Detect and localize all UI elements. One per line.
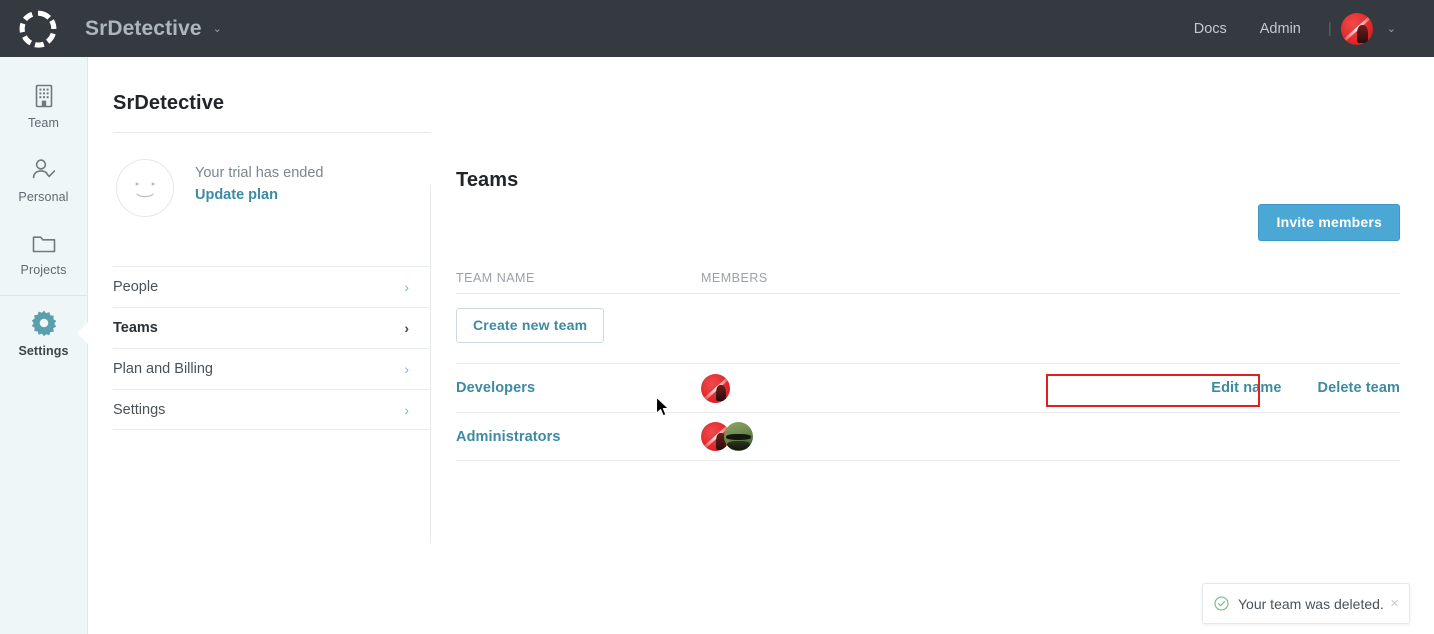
nav-item-plan-and-billing[interactable]: Plan and Billing › [113,348,431,389]
members-avatars-administrators [701,422,1400,451]
panel-title: SrDetective [89,57,431,115]
rail-label-team: Team [28,116,59,130]
toast-message: Your team was deleted. [1238,596,1384,612]
nav-item-teams[interactable]: Teams › [113,307,431,348]
top-nav-right-group: Docs Admin | ⌄ [1161,0,1434,57]
rail-label-settings: Settings [18,344,68,358]
create-new-team-button[interactable]: Create new team [456,308,604,343]
top-navigation-bar: SrDetective ⌄ Docs Admin | ⌄ [0,0,1434,57]
rail-label-personal: Personal [18,190,68,204]
settings-nav-list: People › Teams › Plan and Billing › Sett… [89,266,431,430]
nav-item-teams-label: Teams [113,320,158,336]
team-name-link-developers[interactable]: Developers [456,380,701,396]
nav-item-plan-and-billing-label: Plan and Billing [113,361,213,377]
page-title: Teams [431,57,1434,192]
rail-item-personal[interactable]: Personal [0,143,87,217]
teams-table: TEAM NAME MEMBERS Create new team Develo… [456,262,1400,461]
rail-label-projects: Projects [21,263,67,277]
nav-link-docs[interactable]: Docs [1194,21,1227,37]
rail-item-team[interactable]: Team [0,69,87,143]
team-name-link-administrators[interactable]: Administrators [456,429,701,445]
rail-item-settings[interactable]: Settings [0,296,87,370]
toast-notification: Your team was deleted. × [1202,583,1410,624]
main-content: Teams Invite members TEAM NAME MEMBERS C… [431,57,1434,634]
column-header-members: MEMBERS [701,271,1400,285]
table-header-row: TEAM NAME MEMBERS [456,262,1400,294]
settings-panel: SrDetective Your trial has ended Update … [89,57,431,634]
chevron-right-icon: › [404,362,409,376]
table-row[interactable]: Developers Edit name Delete team [456,363,1400,412]
building-icon [33,83,55,109]
update-plan-link[interactable]: Update plan [195,187,323,203]
delete-team-link[interactable]: Delete team [1318,380,1401,396]
nav-item-people-label: People [113,279,158,295]
nav-item-people[interactable]: People › [113,266,431,307]
rail-item-projects[interactable]: Projects [0,217,87,291]
row-actions-developers: Edit name Delete team [1175,380,1400,396]
smiley-face-placeholder-avatar [116,159,174,217]
chevron-right-icon: › [404,280,409,294]
column-header-team-name: TEAM NAME [456,271,701,285]
folder-icon [31,232,57,256]
nav-item-settings[interactable]: Settings › [113,389,431,430]
member-avatar[interactable] [701,374,730,403]
trial-status-message: Your trial has ended [195,163,323,184]
invite-members-button[interactable]: Invite members [1258,204,1400,241]
trial-text-block: Your trial has ended Update plan [195,159,323,203]
brand-title: SrDetective [85,17,202,41]
nav-item-settings-label: Settings [113,402,165,418]
smiley-face-icon [117,160,173,216]
left-icon-rail: Team Personal Projects Settings [0,57,88,634]
create-team-row: Create new team [456,294,1400,343]
chevron-right-icon: › [404,321,409,335]
nav-link-admin[interactable]: Admin [1260,21,1301,37]
table-row[interactable]: Administrators [456,412,1400,461]
dashed-ring-logo-icon [18,9,58,49]
user-avatar[interactable] [1341,13,1373,45]
nav-separator: | [1328,20,1332,37]
member-avatar[interactable] [724,422,753,451]
close-icon[interactable]: × [1390,596,1399,611]
person-check-icon [30,157,58,183]
brand-dropdown-caret-icon[interactable]: ⌄ [213,22,222,35]
gear-icon [30,309,58,337]
app-logo[interactable] [0,0,75,57]
check-circle-icon [1214,596,1229,611]
trial-status-block: Your trial has ended Update plan [89,133,431,217]
chevron-right-icon: › [404,403,409,417]
edit-name-link[interactable]: Edit name [1211,380,1281,396]
user-menu-caret-icon[interactable]: ⌄ [1387,22,1396,35]
